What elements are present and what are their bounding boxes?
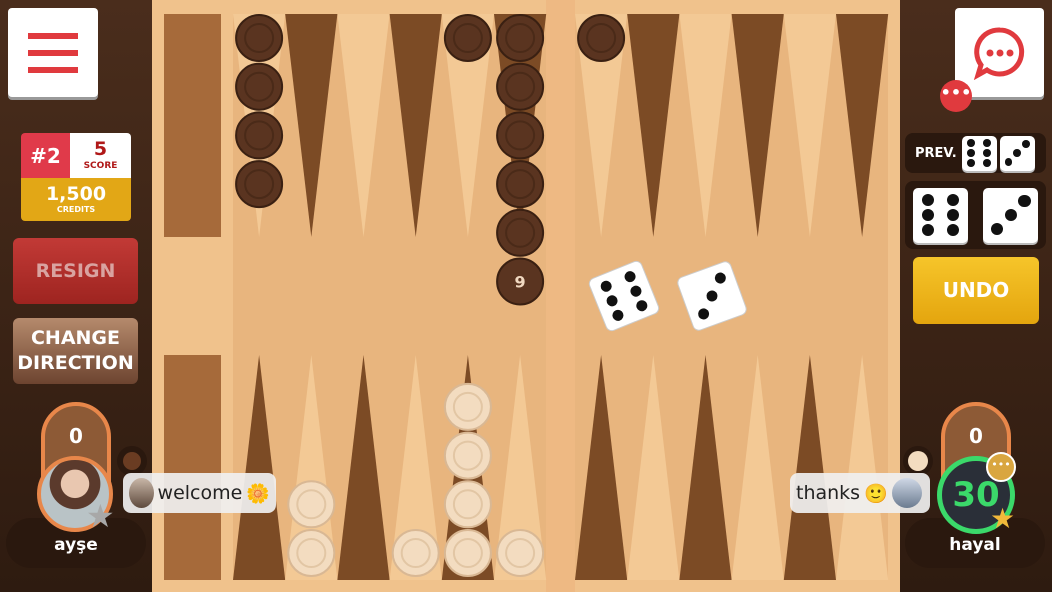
die-pip bbox=[983, 158, 992, 167]
hamburger-menu-icon bbox=[28, 32, 78, 73]
checker-light[interactable] bbox=[496, 529, 545, 577]
right-bar-checker-slot bbox=[903, 446, 933, 476]
prev-label: PREV. bbox=[915, 145, 957, 161]
die-pip bbox=[990, 222, 1004, 235]
flower-emoji: 🌼 bbox=[246, 482, 270, 505]
prev-die-2 bbox=[999, 135, 1035, 171]
prev-die-1 bbox=[961, 135, 997, 171]
checker-dark[interactable] bbox=[496, 14, 545, 62]
checker-dark[interactable] bbox=[577, 14, 626, 62]
current-die-1 bbox=[912, 187, 968, 243]
score-label: SCORE bbox=[83, 161, 118, 171]
chat-avatar-hayal bbox=[891, 478, 922, 508]
menu-button[interactable] bbox=[8, 8, 98, 97]
right-bearoff-count: 0 bbox=[969, 424, 983, 448]
checker-dark[interactable] bbox=[443, 14, 492, 62]
die-pip bbox=[983, 139, 992, 148]
checker-light[interactable] bbox=[287, 480, 336, 529]
checker-light[interactable] bbox=[443, 382, 492, 431]
current-die-2 bbox=[983, 187, 1039, 243]
resign-button[interactable]: RESIGN bbox=[13, 238, 138, 304]
previous-dice-panel: PREV. bbox=[905, 133, 1046, 173]
chat-message-left: welcome 🌼 bbox=[123, 473, 276, 513]
player-name-left: ayşe bbox=[54, 535, 98, 555]
more-dots-icon[interactable]: ••• bbox=[940, 80, 972, 112]
die-pip bbox=[967, 158, 976, 167]
checker-dark[interactable] bbox=[496, 62, 545, 111]
chat-message-right: thanks 🙂 bbox=[790, 473, 930, 513]
die-pip bbox=[967, 149, 976, 157]
left-bar-checker-slot bbox=[117, 446, 147, 476]
credits-label: CREDITS bbox=[56, 205, 96, 214]
level-star-icon-right: ★ bbox=[990, 502, 1016, 535]
score-value: 5 bbox=[93, 138, 108, 160]
checker-light[interactable] bbox=[443, 480, 492, 529]
checker-light[interactable] bbox=[287, 529, 336, 577]
level-star-icon: ★ bbox=[86, 497, 115, 535]
checker-light[interactable] bbox=[391, 529, 440, 577]
bearoff-tray-top[interactable] bbox=[164, 14, 221, 237]
change-direction-button[interactable]: CHANGE DIRECTION bbox=[13, 318, 138, 384]
die-pip bbox=[1022, 140, 1030, 149]
chat-avatar-ayse bbox=[129, 478, 154, 508]
checker-dark[interactable] bbox=[496, 160, 545, 209]
current-dice-panel bbox=[905, 181, 1046, 249]
rank: #2 bbox=[21, 133, 70, 178]
bar[interactable] bbox=[546, 0, 575, 592]
chat-bubble-icon bbox=[973, 26, 1024, 80]
chat-text-right: thanks bbox=[796, 482, 861, 504]
credits-value: 1,500 bbox=[45, 183, 107, 205]
change-direction-line1: CHANGE bbox=[30, 327, 121, 349]
stack-count-label: 9 bbox=[515, 273, 526, 292]
checker-dark[interactable] bbox=[235, 111, 284, 160]
die-pip bbox=[946, 224, 959, 237]
checker-dark[interactable] bbox=[496, 111, 545, 160]
smiley-emoji: 🙂 bbox=[864, 482, 888, 505]
checker-dark[interactable] bbox=[496, 208, 545, 257]
die-pip bbox=[946, 208, 959, 222]
die-pip bbox=[921, 208, 934, 222]
chat-indicator-icon: ••• bbox=[986, 452, 1016, 482]
checker-dark[interactable] bbox=[235, 14, 284, 62]
die-pip bbox=[1004, 157, 1013, 166]
undo-button[interactable]: UNDO bbox=[913, 257, 1039, 324]
die-pip bbox=[1018, 195, 1031, 208]
die-pip bbox=[946, 193, 959, 206]
left-half[interactable] bbox=[233, 14, 546, 580]
checker-dark[interactable] bbox=[235, 62, 284, 111]
score-card: #2 5 SCORE 1,500 CREDITS bbox=[21, 133, 131, 221]
die-pip bbox=[921, 193, 934, 206]
die-pip bbox=[1013, 149, 1022, 157]
die-pip bbox=[983, 149, 992, 157]
bearoff-tray-bottom[interactable] bbox=[164, 355, 221, 580]
change-direction-line2: DIRECTION bbox=[17, 352, 134, 374]
left-bearoff-count: 0 bbox=[69, 424, 83, 448]
player-name-right: hayal bbox=[949, 535, 1001, 555]
chat-text-left: welcome bbox=[157, 482, 243, 504]
checker-light[interactable] bbox=[443, 431, 492, 480]
checker-dark[interactable] bbox=[235, 160, 284, 209]
checker-light[interactable] bbox=[443, 529, 492, 577]
die-pip bbox=[921, 224, 934, 237]
die-pip bbox=[1004, 208, 1017, 222]
die-pip bbox=[967, 139, 976, 148]
